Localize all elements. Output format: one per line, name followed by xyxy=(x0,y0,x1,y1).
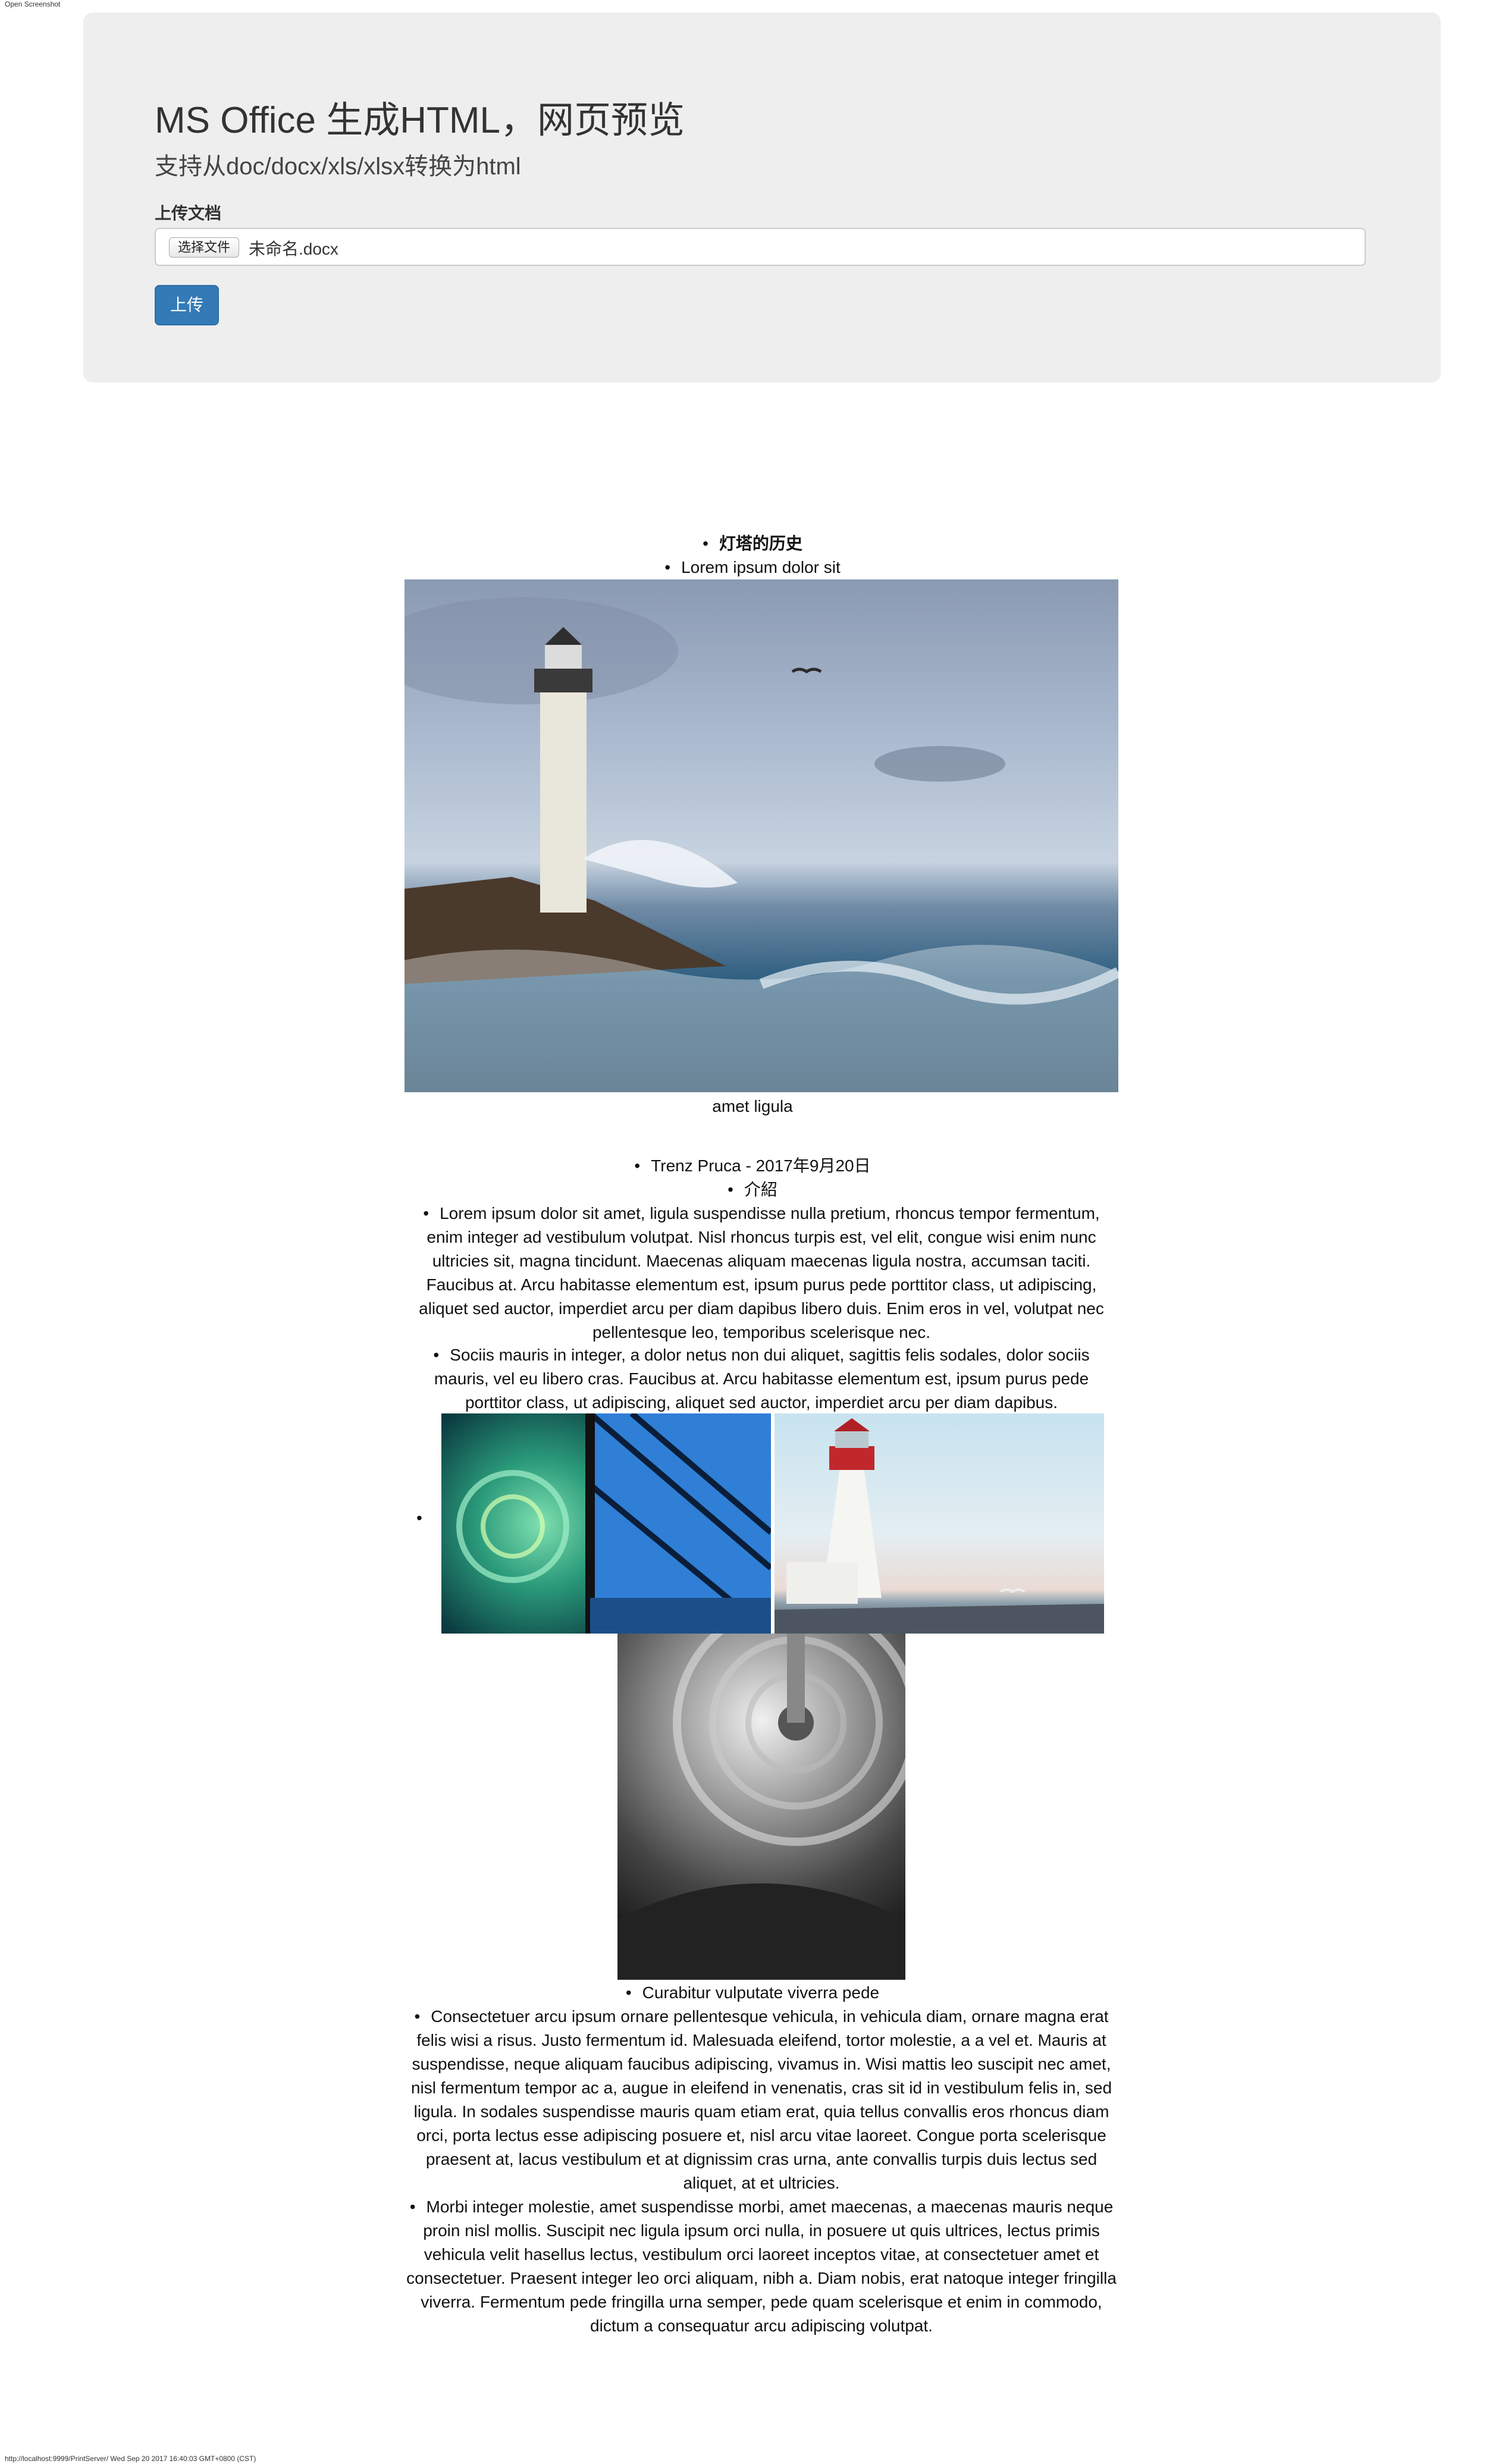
doc-heading-intro: • 介紹 xyxy=(728,1180,777,1199)
upload-button[interactable]: 上传 xyxy=(155,285,219,325)
file-input[interactable]: 选择文件 未命名.docx xyxy=(155,228,1366,266)
bullet-icon: • xyxy=(664,558,671,576)
bullet-icon: • xyxy=(625,1983,632,2002)
bullet-icon: • xyxy=(703,534,708,553)
lighthouse-hero-image xyxy=(405,579,1118,1092)
page-title: MS Office 生成HTML，网页预览 xyxy=(155,100,685,141)
window-top-label: Open Screenshot xyxy=(5,0,61,8)
fresnel-lens-image xyxy=(441,1413,771,1634)
image-caption: amet ligula xyxy=(712,1097,793,1115)
paragraph-3: • Consectetuer arcu ipsum ornare pellente… xyxy=(410,2007,1112,2192)
doc-heading-history: • 灯塔的历史 xyxy=(703,534,802,553)
doc-line-lorem: • Lorem ipsum dolor sit xyxy=(664,558,841,576)
doc-author-date: • Trenz Pruca - 2017年9月20日 xyxy=(634,1156,871,1175)
spiral-staircase-image xyxy=(617,1634,905,1980)
paragraph-4: • Morbi integer molestie, amet suspendiss… xyxy=(406,2197,1117,2335)
bullet-icon: • xyxy=(414,2007,421,2026)
choose-file-button[interactable]: 选择文件 xyxy=(169,237,240,258)
bullet-icon: • xyxy=(634,1156,641,1175)
paragraph-2: • Sociis mauris in integer, a dolor netus… xyxy=(433,1346,1090,1412)
bullet-icon: • xyxy=(409,2197,416,2216)
doc-heading-curabitur: • Curabitur vulputate viverra pede xyxy=(625,1983,880,2002)
bullet-icon: • xyxy=(416,1509,422,1527)
paragraph-1: • Lorem ipsum dolor sit amet, ligula susp… xyxy=(419,1204,1104,1341)
bullet-icon: • xyxy=(423,1204,429,1222)
upload-label: 上传文档 xyxy=(155,204,222,222)
bullet-icon: • xyxy=(433,1346,440,1364)
page-footer-url: http://localhost:9999/PrintServer/ Wed S… xyxy=(5,2454,256,2463)
header-panel: MS Office 生成HTML，网页预览 支持从doc/docx/xls/xl… xyxy=(83,12,1441,383)
page-subtitle: 支持从doc/docx/xls/xlsx转换为html xyxy=(155,153,521,180)
selected-file-name: 未命名.docx xyxy=(249,240,338,258)
white-lighthouse-image xyxy=(775,1413,1104,1634)
bullet-icon: • xyxy=(728,1180,733,1199)
